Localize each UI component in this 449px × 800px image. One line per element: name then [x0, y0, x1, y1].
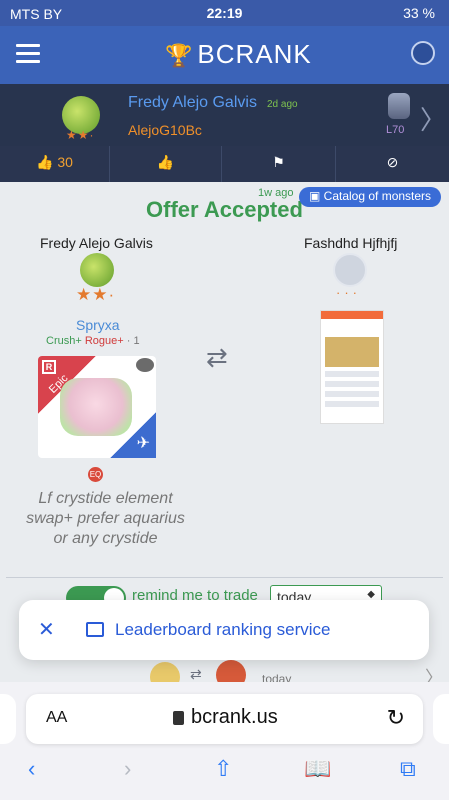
chevron-updown-icon: ◆ [367, 589, 375, 600]
element-icon [136, 358, 154, 372]
flag-icon: ⚑ [272, 154, 285, 170]
lock-icon [173, 711, 184, 725]
profile-name-link[interactable]: Fredy Alejo Galvis [128, 94, 257, 112]
tabs-icon[interactable]: ⧉ [400, 756, 416, 782]
browser-toolbar: AA bcrank.us ↻ ‹ › ⇧ 📖 ⧉ [0, 682, 449, 800]
thumbs-up-icon: 👍 [156, 154, 175, 170]
next-offer-right-monster [216, 660, 246, 682]
tag-count: · 1 [126, 335, 140, 347]
block-button[interactable]: ⊘ [336, 146, 449, 182]
action-row: 👍 30 👍 ⚑ ⊘ [0, 146, 449, 182]
profile-stars: ★★· [66, 128, 95, 142]
reader-aa-button[interactable]: AA [46, 709, 67, 727]
level-badge: L70 [386, 124, 405, 136]
close-icon[interactable]: ✕ [38, 617, 55, 642]
address-bar[interactable]: AA bcrank.us ↻ [26, 694, 423, 744]
left-user-name: Fredy Alejo Galvis [40, 235, 153, 251]
reload-icon[interactable]: ↻ [387, 705, 405, 731]
flag-button[interactable]: ⚑ [222, 146, 336, 182]
tag-crush: Crush+ [46, 335, 82, 347]
globe-icon[interactable] [411, 41, 435, 65]
chevron-right-icon[interactable]: 〉 [425, 664, 443, 682]
bookmarks-icon[interactable]: 📖 [304, 756, 331, 782]
trophy-icon: 🏆 [165, 43, 194, 68]
eq-badge: EQ [88, 467, 103, 482]
swap-icon: ⇄ [206, 342, 228, 372]
catalog-button[interactable]: ▣ Catalog of monsters [299, 187, 442, 207]
left-user-stars: ★★· [76, 285, 116, 304]
like-count[interactable]: 👍 30 [0, 146, 110, 182]
brand-text: BCRANK [197, 39, 312, 69]
rarity-mark: R [42, 360, 56, 374]
monster-name-link[interactable]: Spryxa [76, 317, 120, 333]
monster-icon[interactable] [388, 93, 410, 119]
share-icon[interactable]: ⇧ [214, 756, 232, 782]
monster-card[interactable]: R Epic ✈ [38, 356, 156, 458]
profile-handle: AlejoG10Bc [128, 122, 202, 138]
promo-toast[interactable]: ✕ Leaderboard ranking service [19, 600, 429, 660]
forward-icon[interactable]: › [124, 756, 131, 782]
catalog-button-label: Catalog of monsters [323, 189, 432, 203]
right-user-avatar[interactable] [333, 253, 367, 287]
clock: 22:19 [206, 5, 243, 21]
status-bar: MTS BY 22:19 33 % [0, 0, 449, 26]
chevron-right-icon[interactable]: 〉 [420, 100, 446, 137]
profile-ago: 2d ago [267, 99, 298, 110]
next-offer-row[interactable]: ⇄ today 〉 [0, 660, 449, 682]
app-header: 🏆 BCRANK [0, 26, 449, 84]
url-text[interactable]: bcrank.us [191, 706, 278, 729]
profile-strip: ★★· Fredy Alejo Galvis 2d ago AlejoG10Bc… [0, 84, 449, 146]
toast-label[interactable]: Leaderboard ranking service [115, 620, 330, 640]
battery-label: 33 % [403, 5, 435, 21]
divider [6, 577, 443, 578]
offer-note: Lf crystide element swap+ prefer aquariu… [26, 490, 185, 547]
airplane-icon: ✈ [136, 435, 150, 452]
back-icon[interactable]: ‹ [28, 756, 35, 782]
previous-tab-peek[interactable] [0, 694, 16, 744]
next-offer-left-monster [150, 662, 180, 682]
brand-logo[interactable]: 🏆 BCRANK [165, 39, 312, 70]
swap-icon: ⇄ [190, 666, 202, 682]
right-user-stars: ··· [336, 285, 361, 300]
thumbs-up-button[interactable]: 👍 [110, 146, 222, 182]
thumbs-up-icon: 👍 [36, 154, 54, 170]
next-offer-when: today [262, 672, 292, 682]
next-tab-peek[interactable] [433, 694, 449, 744]
like-count-value: 30 [57, 154, 73, 170]
right-user-name: Fashdhd Hjfhjfj [304, 235, 398, 251]
tag-rogue: Rogue+ [84, 335, 124, 347]
monster-tags: Crush+ Rogue+ · 1 [46, 335, 140, 347]
hamburger-icon[interactable] [16, 44, 40, 64]
left-user-avatar[interactable] [80, 253, 114, 287]
block-icon: ⊘ [386, 154, 399, 170]
offer-screenshot-thumbnail[interactable] [320, 310, 384, 424]
newspaper-icon [86, 622, 104, 637]
